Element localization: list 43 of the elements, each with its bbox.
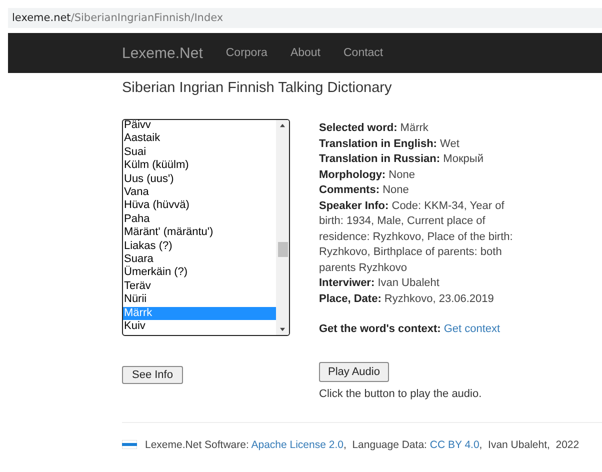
list-option[interactable]: Ümerkäin (?) bbox=[123, 266, 276, 280]
list-option[interactable]: Suara bbox=[123, 253, 276, 266]
site-logo[interactable]: Lexeme.Net bbox=[122, 44, 203, 62]
detail-line: Speaker Info: Code: KKM-34, Year of birth: 1934, Male, Current place of residence: Ryzhkovo, Place of the birth: Ryzhkovo, Birthplace of parents: both parents Ryzhkovo bbox=[319, 198, 514, 276]
detail-line: Translation in Russian: Мокрый bbox=[319, 152, 484, 167]
audio-hint: Click the button to play the audio. bbox=[319, 388, 483, 400]
footer-link[interactable]: CC BY 4.0 bbox=[430, 438, 480, 450]
list-option[interactable]: Paha bbox=[123, 212, 276, 226]
address-bar[interactable]: lexeme.net/SiberianIngrianFinnish/Index bbox=[8, 8, 602, 28]
flag-icon bbox=[122, 440, 137, 449]
list-option[interactable]: Päivv bbox=[123, 120, 276, 132]
nav-link[interactable]: Contact bbox=[344, 47, 384, 59]
list-option[interactable]: Kuiv bbox=[123, 320, 276, 334]
word-listbox[interactable]: Päivv Aastaik Suai Külm (küülm) Uus (uus') Vana Hüva (hüvvä) Paha Märänt' (märäntu') Liakas (?) Suara Ümerkäin (?) Teräv Nürii Märrk Kuiv bbox=[122, 119, 290, 336]
list-option[interactable]: Suai bbox=[123, 146, 276, 160]
nav-link[interactable]: Corpora bbox=[226, 47, 268, 59]
detail-line: Selected word: Märrk bbox=[319, 121, 430, 136]
list-option[interactable]: Hüva (hüvvä) bbox=[123, 199, 276, 213]
list-option[interactable]: Märänt' (märäntu') bbox=[123, 226, 276, 240]
list-option[interactable]: Teräv bbox=[123, 280, 276, 294]
list-option[interactable]: Vana bbox=[123, 186, 276, 200]
context-link[interactable]: Get context bbox=[444, 323, 500, 335]
nav-link[interactable]: About bbox=[290, 47, 320, 59]
list-option[interactable]: Liakas (?) bbox=[123, 240, 276, 254]
scrollbar-thumb[interactable] bbox=[278, 242, 288, 257]
context-line: Get the word's context: Get context bbox=[319, 322, 502, 337]
detail-line: Comments: None bbox=[319, 183, 410, 198]
list-option[interactable]: Uus (uus') bbox=[123, 172, 276, 186]
page-title: Siberian Ingrian Finnish Talking Dictionary bbox=[122, 80, 393, 97]
see-info-button[interactable]: See Info bbox=[122, 366, 183, 384]
detail-line: Interviwer: Ivan Ubaleht bbox=[319, 276, 440, 291]
detail-line: Translation in English: Wet bbox=[319, 136, 460, 152]
play-audio-button[interactable]: Play Audio bbox=[319, 362, 389, 382]
list-option[interactable]: Aastaik bbox=[123, 132, 276, 146]
detail-line: Morphology: None bbox=[319, 168, 416, 182]
footer-link[interactable]: Apache License 2.0 bbox=[251, 438, 344, 450]
scrollbar[interactable] bbox=[276, 120, 289, 335]
list-option[interactable]: Nürii bbox=[123, 293, 276, 307]
scroll-down-icon[interactable] bbox=[279, 327, 286, 332]
detail-line: Place, Date: Ryzhkovo, 23.06.2019 bbox=[319, 292, 495, 306]
list-option[interactable]: Külm (küülm) bbox=[123, 159, 276, 173]
footer-text: Lexeme.Net Software: Apache License 2.0, Language Data: CC BY 4.0, Ivan Ubaleht, 2022 bbox=[145, 438, 580, 450]
scroll-up-icon[interactable] bbox=[279, 123, 286, 128]
